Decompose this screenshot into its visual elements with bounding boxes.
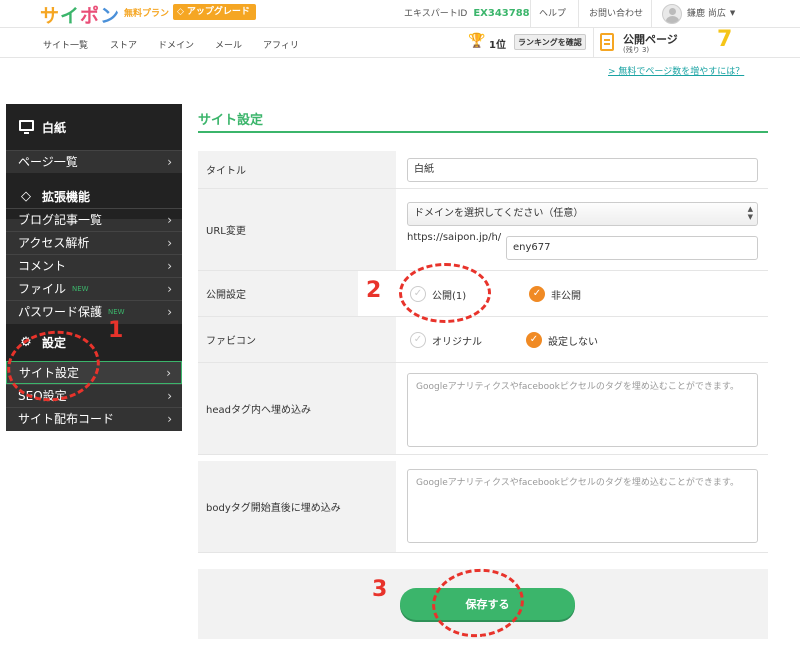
ranking-button[interactable]: ランキングを確認: [514, 34, 586, 50]
chevron-right-icon: ›: [167, 213, 172, 227]
trophy-icon: 🏆: [468, 33, 486, 49]
page-icon: [600, 33, 614, 51]
head-embed-row: headタグ内へ埋め込み: [198, 363, 768, 455]
favicon-label: ファビコン: [198, 317, 396, 362]
user-menu[interactable]: 鎌鹿 尚広 ▼: [662, 1, 735, 24]
annotation-number-3: 3: [372, 577, 388, 602]
diamond-icon: ◇: [177, 7, 184, 17]
nav-item-affiliate[interactable]: アフィリ: [263, 38, 299, 51]
chevron-right-icon: ›: [167, 305, 172, 319]
expert-id-value: EX343788: [473, 8, 530, 19]
annotation-circle-2: [399, 263, 491, 323]
chevron-right-icon: ›: [167, 236, 172, 250]
domain-select[interactable]: ドメインを選択してください（任意） ▲ ▼: [407, 202, 758, 226]
increase-pages-link[interactable]: > 無料でページ数を増やすには？: [608, 64, 744, 77]
annotation-number-1: 1: [108, 318, 124, 343]
sidebar-site-header[interactable]: 白紙: [6, 104, 182, 150]
chevron-right-icon: ›: [166, 366, 171, 380]
url-label: URL変更: [198, 189, 396, 270]
new-badge: NEW: [72, 285, 89, 293]
chevron-right-icon: ›: [167, 389, 172, 403]
rank-value: 1位: [489, 40, 506, 51]
upgrade-button[interactable]: ◇ アップグレード: [173, 4, 256, 20]
favicon-original-radio[interactable]: ✓ オリジナル: [410, 332, 482, 348]
sidebar-item-files[interactable]: ファイル NEW ›: [6, 277, 182, 300]
nav-bar: サイト一覧 ストア ドメイン メール アフィリ 🏆 1位 ランキングを確認 公開…: [0, 27, 800, 58]
divider: [578, 0, 579, 28]
divider: [593, 28, 594, 58]
divider: [651, 0, 652, 28]
new-badge: NEW: [108, 308, 125, 316]
nav-item-store[interactable]: ストア: [110, 38, 137, 51]
url-prefix: https://saipon.jp/h/: [407, 232, 502, 243]
sidebar-item-analytics[interactable]: アクセス解析 ›: [6, 231, 182, 254]
body-embed-row: bodyタグ開始直後に埋め込み: [198, 461, 768, 553]
sidebar-item-comments[interactable]: コメント ›: [6, 254, 182, 277]
avatar: [662, 4, 682, 24]
body-embed-label: bodyタグ開始直後に埋め込み: [198, 461, 396, 552]
page-title: サイト設定: [198, 113, 264, 128]
check-icon: ✓: [526, 332, 542, 348]
chevron-right-icon: ›: [167, 155, 172, 169]
publish-off-radio[interactable]: ✓ 非公開: [529, 286, 581, 302]
diamond-icon: ◇: [21, 188, 31, 204]
nav-item-mail[interactable]: メール: [215, 38, 242, 51]
check-icon: ✓: [529, 286, 545, 302]
site-name: 白紙: [42, 120, 67, 135]
sidebar-item-distribution-code[interactable]: サイト配布コード ›: [6, 407, 182, 430]
user-name: 鎌鹿 尚広: [687, 9, 726, 19]
sidebar-item-blog[interactable]: ブログ記事一覧 ›: [6, 208, 182, 231]
title-row: タイトル 白紙: [198, 151, 768, 189]
select-arrows-icon: ▲ ▼: [747, 205, 753, 221]
title-underline: [198, 131, 768, 133]
head-embed-label: headタグ内へ埋め込み: [198, 363, 396, 454]
url-row: URL変更 ドメインを選択してください（任意） ▲ ▼ https://saipo…: [198, 189, 768, 271]
publish-pages-remaining: (残り 3): [623, 46, 650, 54]
chevron-right-icon: ›: [167, 259, 172, 273]
publish-pages-count: 7: [717, 27, 733, 52]
nav-item-domain[interactable]: ドメイン: [158, 38, 194, 51]
title-label: タイトル: [198, 151, 396, 188]
check-icon: ✓: [410, 332, 426, 348]
monitor-icon: [18, 119, 34, 135]
nav-item-sites[interactable]: サイト一覧: [43, 38, 88, 51]
plan-label: 無料プラン: [124, 9, 170, 19]
sidebar-item-pages[interactable]: ページ一覧 ›: [6, 150, 182, 173]
chevron-right-icon: ›: [167, 282, 172, 296]
expert-id: エキスパートID EX343788: [404, 8, 530, 19]
head-embed-textarea[interactable]: [407, 373, 758, 447]
sidebar-item-password[interactable]: パスワード保護 NEW ›: [6, 300, 182, 323]
top-bar: サイポン 無料プラン ◇ アップグレード エキスパートID EX343788 ヘルプ…: [0, 0, 800, 28]
contact-link[interactable]: お問い合わせ: [589, 6, 643, 19]
saipon-logo[interactable]: サイポン: [40, 1, 120, 28]
annotation-number-2: 2: [366, 278, 382, 303]
chevron-right-icon: ›: [167, 412, 172, 426]
help-link[interactable]: ヘルプ: [539, 6, 566, 19]
divider: [530, 0, 531, 28]
favicon-none-radio[interactable]: ✓ 設定しない: [526, 332, 598, 348]
body-embed-textarea[interactable]: [407, 469, 758, 543]
favicon-row: ファビコン ✓ オリジナル ✓ 設定しない: [198, 317, 768, 363]
caret-down-icon: ▼: [729, 8, 736, 17]
title-input[interactable]: 白紙: [407, 158, 758, 182]
url-input[interactable]: eny677: [506, 236, 758, 260]
publish-label: 公開設定: [198, 271, 358, 316]
